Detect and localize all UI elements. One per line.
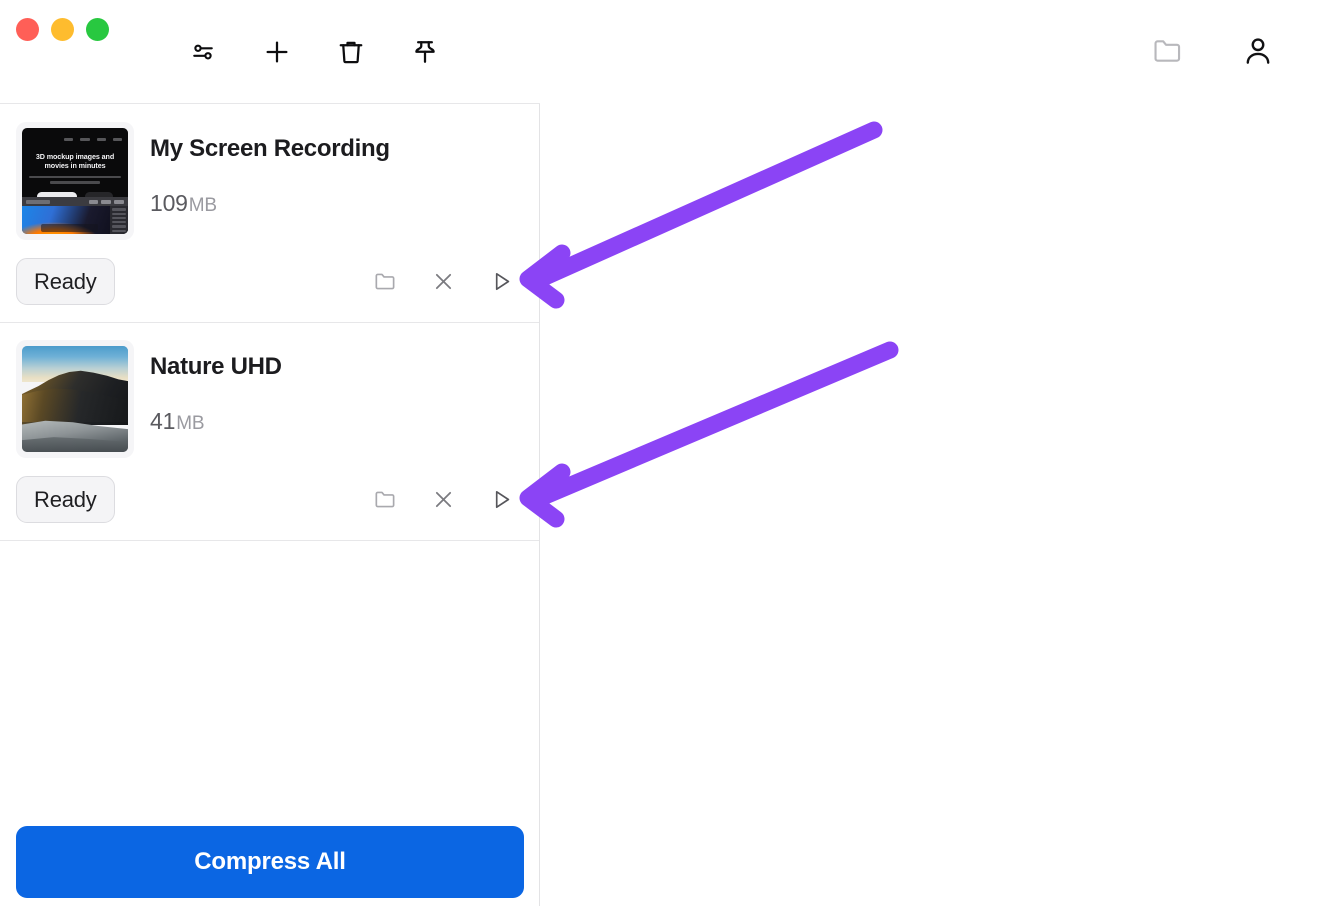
file-thumbnail [16,340,134,458]
close-x-icon [431,487,456,512]
file-size: 109MB [150,190,217,217]
close-x-icon [431,269,456,294]
file-row-actions [367,481,519,517]
play-icon [489,269,514,294]
file-row-actions [367,263,519,299]
file-size-value: 109 [150,190,188,216]
folder-icon [373,269,398,294]
trash-icon [336,37,366,67]
file-thumbnail: 3D mockup images and movies in minutes [16,122,134,240]
settings-button[interactable] [166,28,240,76]
folder-icon [1151,34,1185,71]
file-size-value: 41 [150,408,176,434]
add-file-button[interactable] [240,28,314,76]
thumbnail-image-nature [22,346,128,452]
file-row[interactable]: Nature UHD 41MB Ready [0,323,539,541]
folder-icon [373,487,398,512]
window-titlebar [0,0,540,104]
account-button[interactable] [1234,28,1282,76]
file-title: My Screen Recording [150,135,390,162]
status-badge: Ready [16,476,115,523]
thumbnail-image-screen-recording: 3D mockup images and movies in minutes [22,128,128,234]
file-size-unit: MB [176,413,205,434]
app-window: 3D mockup images and movies in minutes M… [0,0,1324,906]
preview-panel [541,0,1324,906]
file-list: 3D mockup images and movies in minutes M… [0,105,539,541]
file-title: Nature UHD [150,353,282,380]
delete-button[interactable] [314,28,388,76]
pin-button[interactable] [388,28,462,76]
plus-icon [262,37,292,67]
status-badge: Ready [16,258,115,305]
account-toolbar [1144,28,1282,76]
compress-file-button[interactable] [483,481,519,517]
file-queue-panel: 3D mockup images and movies in minutes M… [0,0,540,906]
compress-file-button[interactable] [483,263,519,299]
compress-all-button[interactable]: Compress All [16,826,524,898]
file-size-unit: MB [188,195,217,216]
main-toolbar [166,28,462,76]
reveal-in-finder-button[interactable] [367,263,403,299]
close-window-button[interactable] [16,18,39,41]
thumbnail-headline-text: 3D mockup images and movies in minutes [35,152,115,171]
remove-file-button[interactable] [425,481,461,517]
user-icon [1241,34,1275,71]
reveal-in-finder-button[interactable] [367,481,403,517]
file-row[interactable]: 3D mockup images and movies in minutes M… [0,105,539,323]
pin-icon [410,37,440,67]
open-folder-button[interactable] [1144,28,1192,76]
remove-file-button[interactable] [425,263,461,299]
minimize-window-button[interactable] [51,18,74,41]
settings-sliders-icon [188,37,218,67]
file-size: 41MB [150,408,204,435]
play-icon [489,487,514,512]
maximize-window-button[interactable] [86,18,109,41]
window-controls [16,18,109,41]
